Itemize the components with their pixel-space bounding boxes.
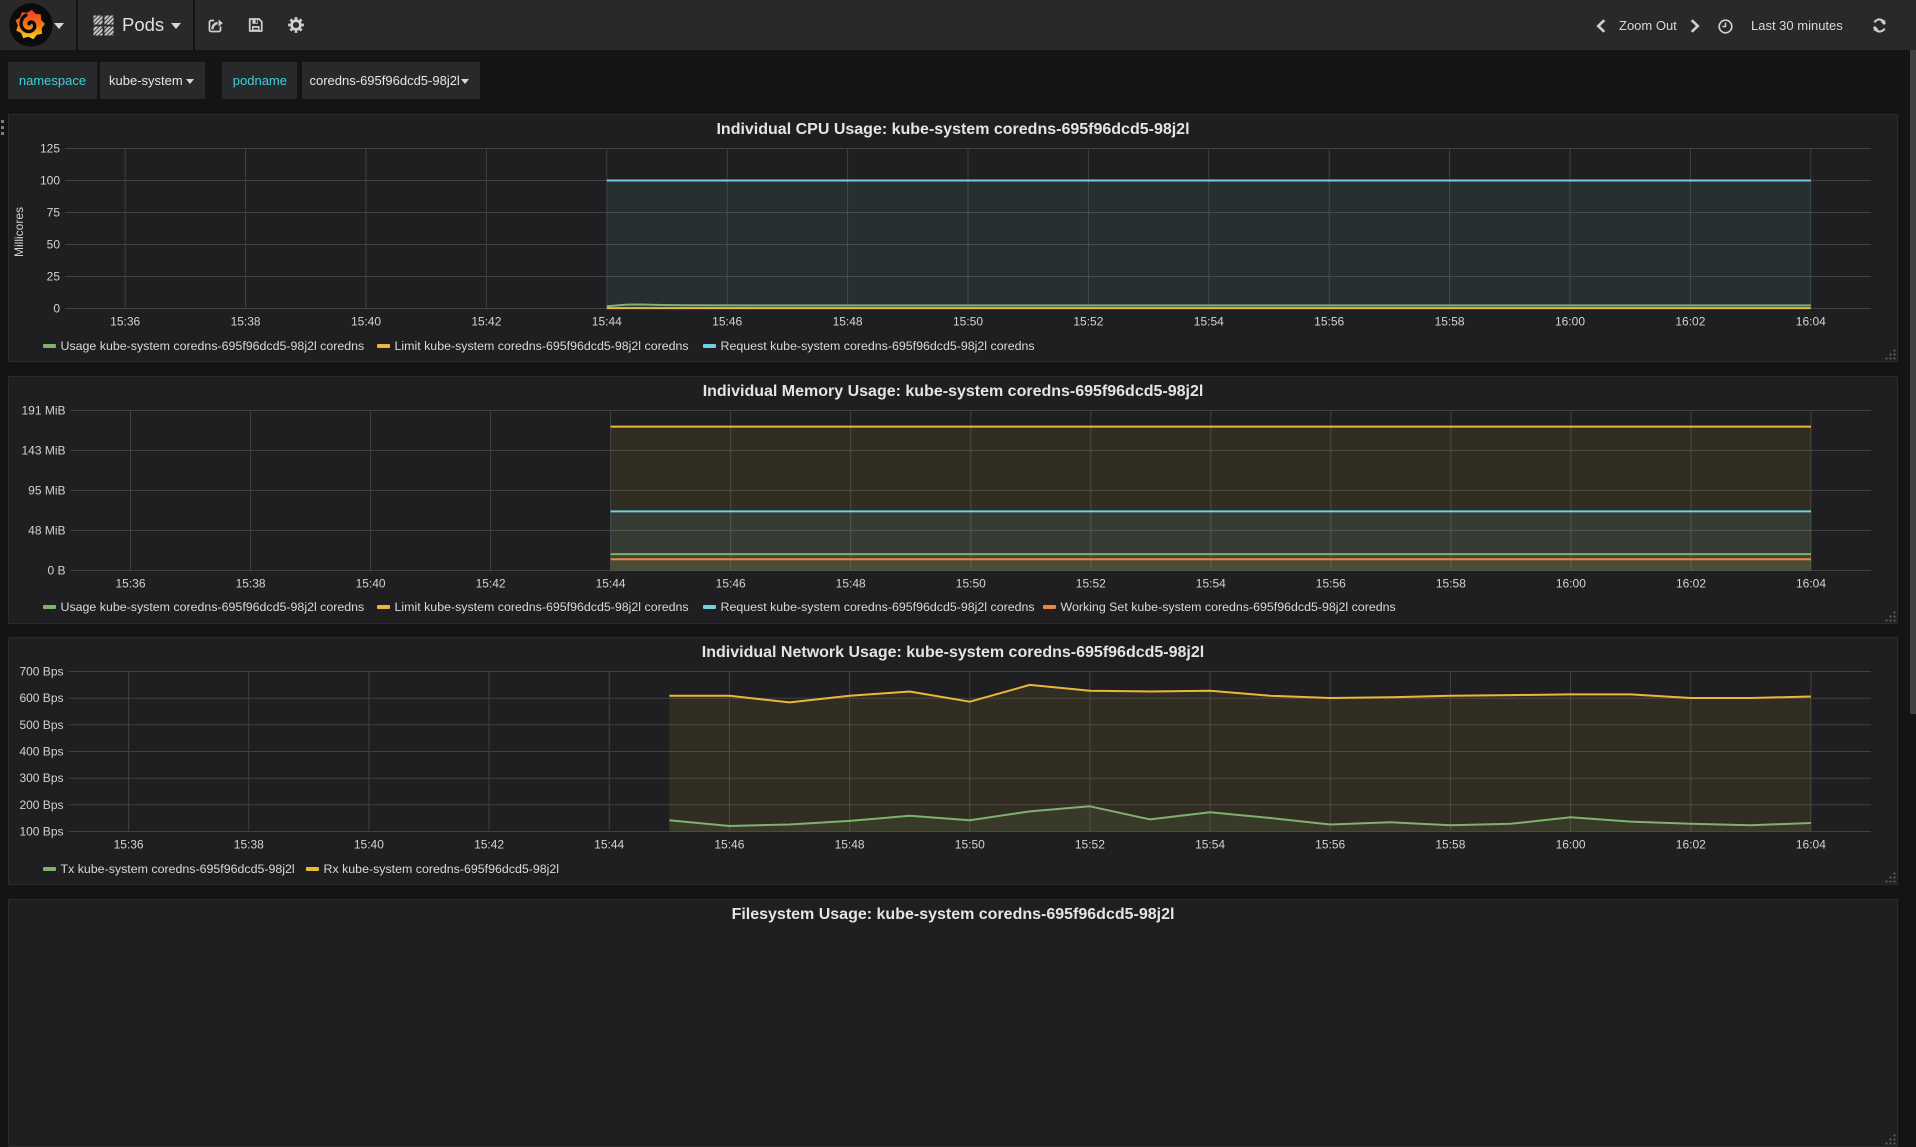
svg-text:15:40: 15:40 — [356, 576, 386, 590]
svg-text:0: 0 — [53, 302, 60, 316]
svg-text:15:36: 15:36 — [110, 315, 140, 329]
svg-text:15:58: 15:58 — [1436, 576, 1466, 590]
svg-text:15:42: 15:42 — [471, 315, 501, 329]
svg-text:15:52: 15:52 — [1075, 838, 1105, 852]
svg-text:400 Bps: 400 Bps — [19, 745, 63, 759]
svg-text:15:46: 15:46 — [716, 576, 746, 590]
svg-text:500 Bps: 500 Bps — [19, 718, 63, 732]
svg-text:15:38: 15:38 — [231, 315, 261, 329]
svg-text:16:02: 16:02 — [1676, 838, 1706, 852]
svg-text:15:40: 15:40 — [351, 315, 381, 329]
svg-text:15:54: 15:54 — [1195, 838, 1225, 852]
svg-text:191 MiB: 191 MiB — [21, 403, 65, 417]
svg-text:200 Bps: 200 Bps — [19, 798, 63, 812]
svg-text:15:46: 15:46 — [714, 838, 744, 852]
svg-text:15:48: 15:48 — [836, 576, 866, 590]
svg-text:16:02: 16:02 — [1676, 576, 1706, 590]
svg-text:15:46: 15:46 — [712, 315, 742, 329]
svg-text:15:38: 15:38 — [236, 576, 266, 590]
svg-text:15:48: 15:48 — [835, 838, 865, 852]
svg-text:16:02: 16:02 — [1675, 315, 1705, 329]
svg-text:15:44: 15:44 — [592, 315, 622, 329]
svg-text:15:56: 15:56 — [1314, 315, 1344, 329]
svg-text:100: 100 — [40, 174, 60, 188]
svg-text:300 Bps: 300 Bps — [19, 771, 63, 785]
svg-text:15:36: 15:36 — [114, 838, 144, 852]
svg-text:15:50: 15:50 — [955, 838, 985, 852]
svg-text:15:44: 15:44 — [596, 576, 626, 590]
svg-text:15:56: 15:56 — [1315, 838, 1345, 852]
svg-text:16:00: 16:00 — [1555, 315, 1585, 329]
svg-text:15:36: 15:36 — [115, 576, 145, 590]
svg-text:15:40: 15:40 — [354, 838, 384, 852]
svg-text:50: 50 — [47, 238, 61, 252]
svg-text:15:50: 15:50 — [956, 576, 986, 590]
svg-text:15:48: 15:48 — [833, 315, 863, 329]
svg-text:15:44: 15:44 — [594, 838, 624, 852]
svg-text:0 B: 0 B — [47, 563, 65, 577]
svg-text:16:00: 16:00 — [1556, 838, 1586, 852]
svg-text:95 MiB: 95 MiB — [28, 483, 65, 497]
svg-text:48 MiB: 48 MiB — [28, 523, 65, 537]
svg-text:16:04: 16:04 — [1796, 576, 1826, 590]
svg-text:15:58: 15:58 — [1435, 838, 1465, 852]
svg-text:75: 75 — [47, 206, 61, 220]
svg-text:15:50: 15:50 — [953, 315, 983, 329]
svg-text:15:38: 15:38 — [234, 838, 264, 852]
svg-text:700 Bps: 700 Bps — [19, 665, 63, 679]
svg-text:Millicores: Millicores — [12, 207, 26, 257]
svg-text:15:56: 15:56 — [1316, 576, 1346, 590]
svg-text:100 Bps: 100 Bps — [19, 825, 63, 839]
svg-text:15:42: 15:42 — [476, 576, 506, 590]
svg-text:600 Bps: 600 Bps — [19, 691, 63, 705]
svg-text:15:54: 15:54 — [1196, 576, 1226, 590]
svg-text:16:00: 16:00 — [1556, 576, 1586, 590]
svg-text:25: 25 — [47, 270, 61, 284]
svg-text:16:04: 16:04 — [1796, 315, 1826, 329]
svg-text:15:52: 15:52 — [1073, 315, 1103, 329]
svg-text:15:42: 15:42 — [474, 838, 504, 852]
svg-text:125: 125 — [40, 142, 60, 156]
svg-text:16:04: 16:04 — [1796, 838, 1826, 852]
svg-text:143 MiB: 143 MiB — [21, 443, 65, 457]
svg-text:15:54: 15:54 — [1194, 315, 1224, 329]
svg-text:15:52: 15:52 — [1076, 576, 1106, 590]
svg-text:15:58: 15:58 — [1435, 315, 1465, 329]
